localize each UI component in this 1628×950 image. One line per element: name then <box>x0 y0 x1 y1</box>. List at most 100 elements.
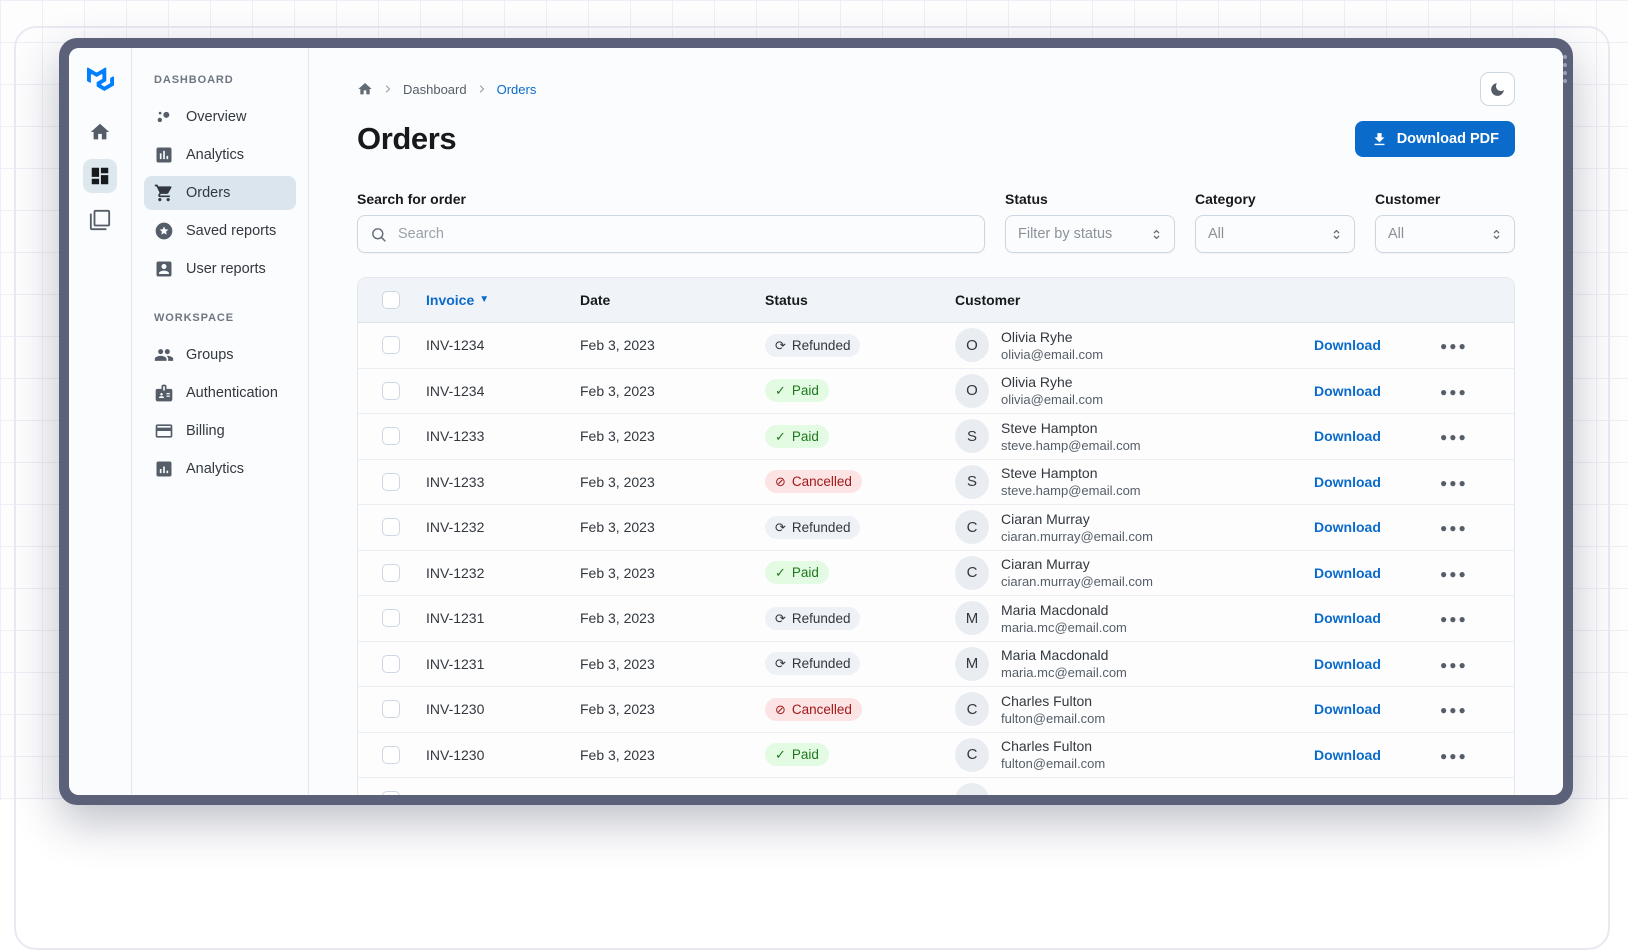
sidebar-item-orders[interactable]: Orders <box>144 176 296 210</box>
status-neutral-icon: ⟳ <box>775 610 786 626</box>
breadcrumb-dashboard[interactable]: Dashboard <box>403 82 467 97</box>
filter-label: Category <box>1195 191 1256 207</box>
download-link[interactable]: Download <box>1314 474 1381 490</box>
status-chip: ✓ Paid <box>765 379 829 403</box>
filter-label: Status <box>1005 191 1048 207</box>
sidebar-item-label: Billing <box>186 423 225 439</box>
table-row: INV-1232 Feb 3, 2023 ⟳ Refunded C Ciaran Murr… <box>358 505 1514 551</box>
customer-name: Maria Macdonald <box>1001 601 1109 618</box>
download-link[interactable]: Download <box>1314 565 1381 581</box>
row-menu-button[interactable]: ●●● <box>1426 612 1468 626</box>
layers-icon[interactable] <box>83 203 117 237</box>
row-menu-button[interactable]: ●●● <box>1426 749 1468 763</box>
date-cell: Feb 3, 2023 <box>580 382 655 399</box>
download-link[interactable]: Download <box>1314 747 1381 763</box>
avatar: O <box>955 373 989 408</box>
row-menu-button[interactable]: ●●● <box>1426 339 1468 353</box>
customer-filter: Customer All <box>1375 191 1515 253</box>
row-checkbox[interactable] <box>382 381 400 400</box>
select-all-checkbox[interactable] <box>382 291 400 309</box>
shopping-cart-icon <box>154 183 174 203</box>
sort-desc-icon: ▼ <box>479 294 490 305</box>
breadcrumb-orders[interactable]: Orders <box>497 82 537 97</box>
sidebar-item-saved-reports[interactable]: Saved reports <box>144 214 296 248</box>
filter-label: Customer <box>1375 191 1441 207</box>
customer-select[interactable]: All <box>1375 215 1515 253</box>
status-select[interactable]: Filter by status <box>1005 215 1175 253</box>
select-value: All <box>1388 226 1405 242</box>
column-header-status: Status <box>765 292 808 308</box>
row-menu-button[interactable]: ●●● <box>1426 658 1468 672</box>
sidebar-item-label: User reports <box>186 261 266 277</box>
customer-email: ciaran.murray@email.com <box>1001 528 1153 544</box>
customer-name: Ciaran Murray <box>1001 510 1090 527</box>
status-chip: ✓ Paid <box>765 561 829 585</box>
customer-name: Steve Hampton <box>1001 465 1098 482</box>
scrollbar-thumb[interactable] <box>1563 55 1567 83</box>
sidebar-item-analytics[interactable]: Analytics <box>144 138 296 172</box>
status-cell: ✓ Paid <box>765 424 955 448</box>
table-row: INV-1231 Feb 3, 2023 ⟳ Refunded M Maria Macdo… <box>358 596 1514 642</box>
row-checkbox[interactable] <box>382 336 400 355</box>
row-menu-button[interactable]: ●●● <box>1426 703 1468 717</box>
row-checkbox[interactable] <box>382 700 400 719</box>
row-checkbox[interactable] <box>382 745 400 764</box>
row-checkbox[interactable] <box>382 472 400 491</box>
invoice-cell: INV-1230 <box>426 746 485 763</box>
select-updown-icon <box>1489 227 1504 242</box>
sidebar-item-groups[interactable]: Groups <box>144 338 296 372</box>
home-icon[interactable] <box>83 115 117 149</box>
status-cell: ⟳ Refunded <box>765 515 955 539</box>
customer-email: steve.hamp@email.com <box>1001 437 1141 453</box>
sidebar-item-analytics[interactable]: Analytics <box>144 452 296 486</box>
dark-mode-toggle-button[interactable] <box>1480 72 1515 106</box>
avatar: C <box>955 555 989 590</box>
sidebar-item-authentication[interactable]: Authentication <box>144 376 296 410</box>
search-input[interactable] <box>396 225 972 243</box>
app-window-content: DASHBOARD Overview Analytics Orders Saved re… <box>69 48 1563 795</box>
row-checkbox[interactable] <box>382 609 400 628</box>
table-row: INV-1231 Feb 3, 2023 ⟳ Refunded M Maria Macdo… <box>358 641 1514 687</box>
row-menu-button[interactable]: ●●● <box>1426 385 1468 399</box>
download-link[interactable]: Download <box>1314 337 1381 353</box>
invoice-cell: INV-1234 <box>426 337 485 354</box>
customer-name: Charles Fulton <box>1001 692 1093 709</box>
status-success-icon: ✓ <box>775 747 786 763</box>
invoice-cell: INV-1234 <box>426 382 485 399</box>
row-menu-button[interactable]: ●●● <box>1426 567 1468 581</box>
row-checkbox[interactable] <box>382 563 400 582</box>
analytics-chart-icon <box>154 145 174 165</box>
row-checkbox[interactable] <box>382 654 400 673</box>
status-cell: ✓ Paid <box>765 379 955 403</box>
download-link[interactable]: Download <box>1314 383 1381 399</box>
row-menu-button[interactable]: ●●● <box>1426 476 1468 490</box>
row-menu-button[interactable]: ●●● <box>1426 430 1468 444</box>
date-cell: Feb 3, 2023 <box>580 746 655 763</box>
download-link[interactable]: Download <box>1314 428 1381 444</box>
row-menu-button[interactable]: ●●● <box>1426 521 1468 535</box>
category-select[interactable]: All <box>1195 215 1355 253</box>
status-filter: Status Filter by status <box>1005 191 1175 253</box>
row-checkbox[interactable] <box>382 791 400 795</box>
search-box <box>357 215 985 253</box>
customer-email: maria.mc@email.com <box>1001 619 1127 635</box>
column-header-invoice[interactable]: Invoice ▼ <box>420 292 580 308</box>
download-pdf-button[interactable]: Download PDF <box>1354 121 1515 157</box>
invoice-cell: INV-1230 <box>426 701 485 718</box>
status-chip: ⟳ Refunded <box>765 652 861 676</box>
row-checkbox[interactable] <box>382 518 400 537</box>
status-cell: ✓ Paid <box>765 561 955 585</box>
download-link[interactable]: Download <box>1314 610 1381 626</box>
status-chip: ⟳ Refunded <box>765 606 861 630</box>
sidebar-item-user-reports[interactable]: User reports <box>144 252 296 286</box>
dashboard-icon[interactable] <box>83 159 117 193</box>
sidebar-item-overview[interactable]: Overview <box>144 100 296 134</box>
breadcrumb-home-icon[interactable] <box>357 81 373 97</box>
status-cell: ⟳ Refunded <box>765 606 955 630</box>
download-link[interactable]: Download <box>1314 656 1381 672</box>
download-link[interactable]: Download <box>1314 519 1381 535</box>
row-checkbox[interactable] <box>382 427 400 446</box>
download-link[interactable]: Download <box>1314 701 1381 717</box>
sidebar-item-billing[interactable]: Billing <box>144 414 296 448</box>
status-chip: ✓ Paid <box>765 743 829 767</box>
